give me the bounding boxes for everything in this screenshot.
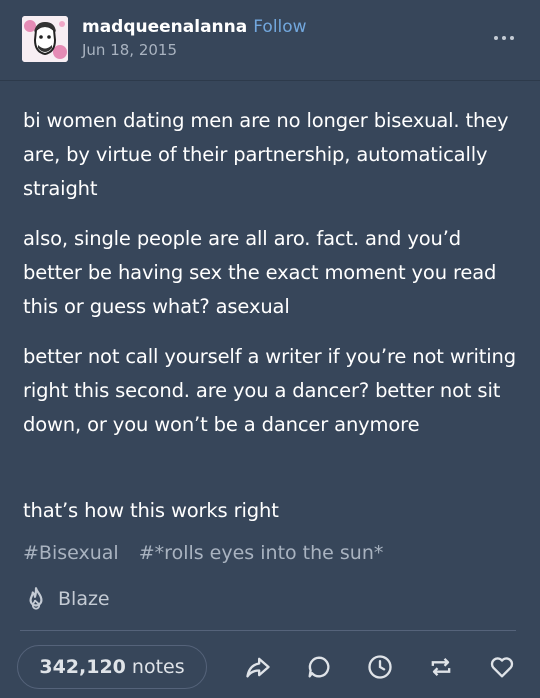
share-icon[interactable] <box>244 653 272 681</box>
follow-button[interactable]: Follow <box>253 17 306 37</box>
notes-count: 342,120 <box>39 656 126 678</box>
reblog-icon[interactable] <box>427 653 455 681</box>
header-divider <box>0 80 540 81</box>
flame-icon <box>29 587 43 610</box>
notes-button[interactable]: 342,120 notes <box>17 645 207 689</box>
username-link[interactable]: madqueenalanna <box>82 17 247 37</box>
tag-link[interactable]: #Bisexual <box>23 542 119 564</box>
more-options-icon[interactable] <box>494 28 518 48</box>
reply-icon[interactable] <box>305 653 333 681</box>
avatar-image <box>22 16 68 62</box>
blaze-label: Blaze <box>58 588 110 610</box>
post-header: madqueenalanna Follow Jun 18, 2015 <box>0 0 540 80</box>
tag-list: #Bisexual #*rolls eyes into the sun* <box>23 536 397 570</box>
post-meta: madqueenalanna Follow Jun 18, 2015 <box>82 17 307 59</box>
history-icon[interactable] <box>366 653 394 681</box>
post-paragraph: also, single people are all aro. fact. a… <box>23 227 497 318</box>
post-paragraph: bi women dating men are no longer bisexu… <box>23 109 509 200</box>
avatar[interactable] <box>22 16 68 62</box>
blaze-button[interactable]: Blaze <box>23 584 110 614</box>
post-paragraph: that’s how this works right <box>23 499 279 522</box>
tag-link[interactable]: #*rolls eyes into the sun* <box>139 542 384 564</box>
footer-divider <box>20 630 516 631</box>
post-date[interactable]: Jun 18, 2015 <box>82 41 307 59</box>
like-icon[interactable] <box>488 653 516 681</box>
post-paragraph: better not call yourself a writer if you… <box>23 345 516 436</box>
notes-label: notes <box>131 656 185 678</box>
